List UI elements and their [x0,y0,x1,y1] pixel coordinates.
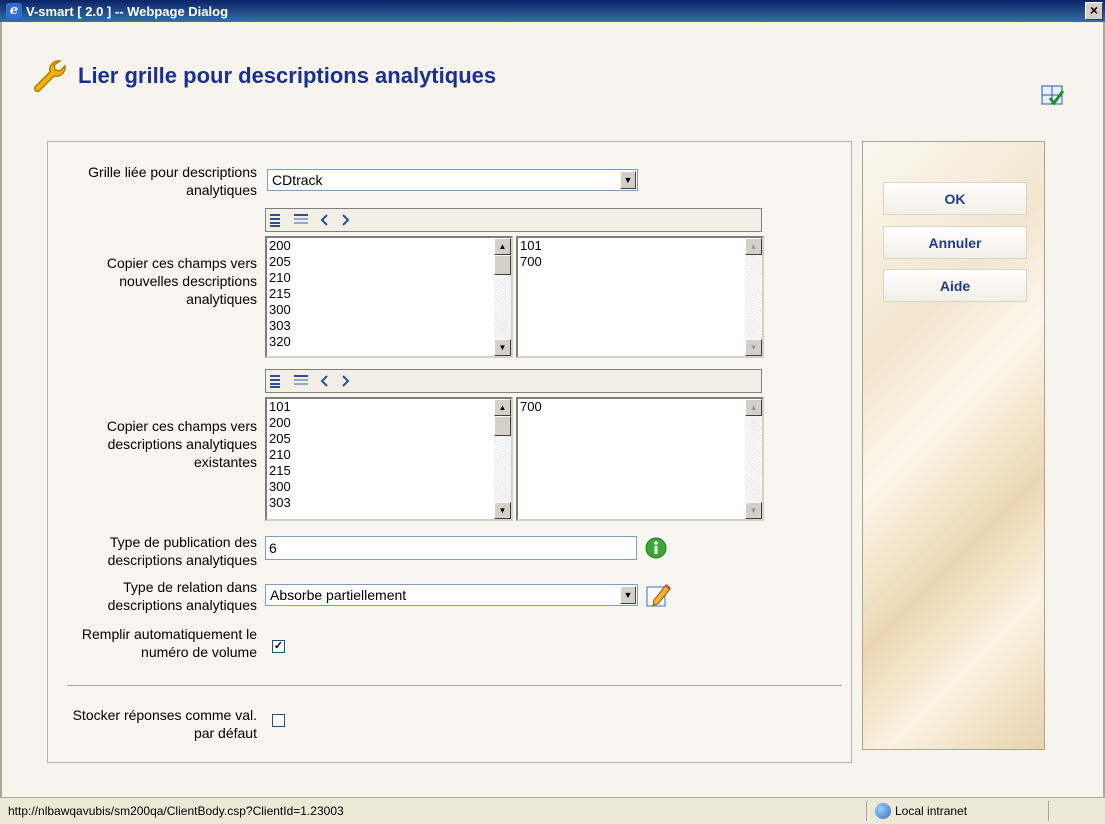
ie-icon: e [6,3,22,19]
list-item[interactable]: 205 [269,254,511,270]
list-item[interactable]: 200 [269,238,511,254]
pub-type-input[interactable]: 6 [265,536,637,560]
auto-volume-checkbox[interactable]: ✓ [272,640,285,653]
move-left-icon[interactable] [318,213,332,227]
list-item[interactable]: 303 [269,318,511,334]
list-item[interactable]: 215 [269,286,511,302]
list-item[interactable]: 300 [269,302,511,318]
layout-check-icon[interactable] [1040,82,1066,108]
scrollbar[interactable]: ▲ ▼ [745,238,762,356]
scrollbar[interactable]: ▲ ▼ [494,399,511,519]
list-item[interactable]: 101 [269,399,511,415]
list-item[interactable]: 101 [520,238,762,254]
move-left-icon[interactable] [318,374,332,388]
select-all-icon[interactable] [270,213,288,227]
page-title: Lier grille pour descriptions analytique… [78,63,497,88]
store-default-checkbox[interactable] [272,714,285,727]
copy-new-available-list[interactable]: 200 205 210 215 300 303 320 ▲ ▼ [265,236,513,358]
button-panel: OK Annuler Aide [862,141,1045,750]
move-right-icon[interactable] [338,374,352,388]
list-item[interactable]: 210 [269,270,511,286]
copy-existing-toolbar [265,369,762,393]
relation-label: Type de relation dans descriptions analy… [107,579,257,613]
list-item[interactable]: 300 [269,479,511,495]
divider [67,685,842,686]
list-item[interactable]: 210 [269,447,511,463]
status-bar: http://nlbawqavubis/sm200qa/ClientBody.c… [0,797,1105,824]
copy-existing-selected-list[interactable]: 700 ▲ ▼ [516,397,764,521]
list-item[interactable]: 320 [269,334,511,350]
list-item[interactable]: 200 [269,415,511,431]
copy-existing-label: Copier ces champs vers descriptions anal… [106,418,257,470]
select-all-icon[interactable] [270,374,288,388]
help-button[interactable]: Aide [883,269,1027,302]
intranet-icon [875,803,891,819]
linked-grid-value: CDtrack [272,172,323,188]
status-url: http://nlbawqavubis/sm200qa/ClientBody.c… [8,804,344,818]
move-right-icon[interactable] [338,213,352,227]
chevron-down-icon[interactable]: ▼ [620,586,636,604]
ok-button[interactable]: OK [883,182,1027,215]
wrench-icon [33,60,66,93]
window-title-bar: e V-smart [ 2.0 ] -- Webpage Dialog × [0,0,1105,22]
copy-new-label: Copier ces champs vers nouvelles descrip… [106,255,257,307]
list-item[interactable]: 205 [269,431,511,447]
relation-select[interactable]: Absorbe partiellement ▼ [265,584,638,606]
deselect-all-icon[interactable] [294,213,312,227]
edit-pencil-icon[interactable] [646,582,672,608]
relation-value: Absorbe partiellement [270,587,407,603]
pub-type-label: Type de publication des descriptions ana… [107,534,257,568]
linked-grid-select[interactable]: CDtrack ▼ [267,169,638,191]
list-item[interactable]: 303 [269,495,511,511]
store-default-label: Stocker réponses comme val. par défaut [72,707,257,741]
info-icon[interactable] [645,537,667,559]
auto-volume-label: Remplir automatiquement le numéro de vol… [81,626,257,660]
scrollbar[interactable]: ▲ ▼ [494,238,511,356]
copy-existing-available-list[interactable]: 101 200 205 210 215 300 303 ▲ ▼ [265,397,513,521]
page-header: Lier grille pour descriptions analytique… [30,57,496,95]
deselect-all-icon[interactable] [294,374,312,388]
copy-new-selected-list[interactable]: 101 700 ▲ ▼ [516,236,764,358]
window-title: V-smart [ 2.0 ] -- Webpage Dialog [26,3,229,19]
linked-grid-label: Grille liée pour descriptions analytique… [88,164,257,198]
list-item[interactable]: 215 [269,463,511,479]
security-zone: Local intranet [875,803,967,819]
cancel-button[interactable]: Annuler [883,226,1027,259]
close-icon[interactable]: × [1085,2,1103,20]
list-item[interactable]: 700 [520,399,762,415]
zone-label: Local intranet [895,804,968,818]
chevron-down-icon[interactable]: ▼ [620,171,636,189]
copy-new-toolbar [265,208,762,232]
list-item[interactable]: 700 [520,254,762,270]
scrollbar[interactable]: ▲ ▼ [745,399,762,519]
